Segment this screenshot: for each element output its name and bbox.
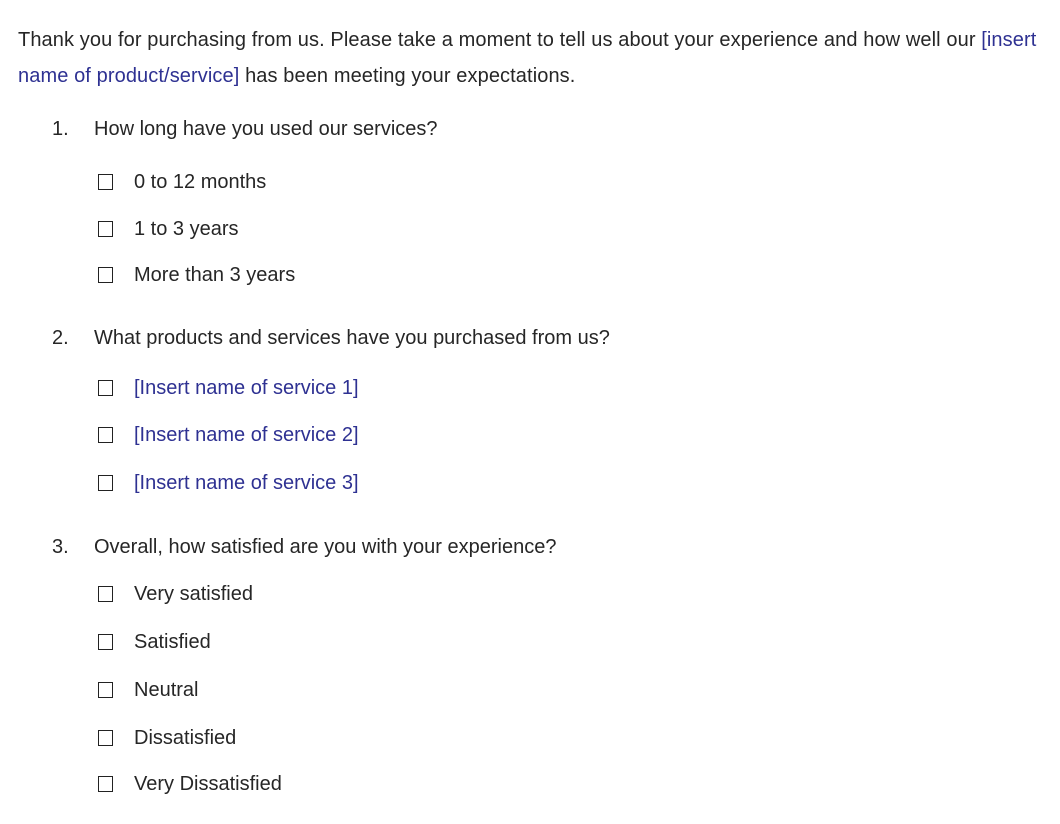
intro-text-before: Thank you for purchasing from us. Please… <box>18 29 982 51</box>
checkbox[interactable] <box>98 475 113 491</box>
option-service-1[interactable]: [Insert name of service 1] <box>98 374 359 402</box>
option-label: More than 3 years <box>134 264 296 286</box>
checkbox[interactable] <box>98 380 113 396</box>
checkbox[interactable] <box>98 634 113 650</box>
checkbox[interactable] <box>98 730 113 746</box>
checkbox[interactable] <box>98 682 113 698</box>
option-very-dissatisfied[interactable]: Very Dissatisfied <box>98 770 282 798</box>
question-text: What products and services have you purc… <box>94 327 610 349</box>
checkbox[interactable] <box>98 174 113 190</box>
option-label: Neutral <box>134 679 199 701</box>
option-neutral[interactable]: Neutral <box>98 676 198 704</box>
option-label: Dissatisfied <box>134 727 237 749</box>
checkbox[interactable] <box>98 427 113 443</box>
question-number: 3. <box>52 536 69 558</box>
option-satisfied[interactable]: Satisfied <box>98 628 211 656</box>
option-label: Very Dissatisfied <box>134 773 282 795</box>
question-1: 1. How long have you used our services? <box>52 115 438 143</box>
option-1-to-3-years[interactable]: 1 to 3 years <box>98 215 239 243</box>
question-text: Overall, how satisfied are you with your… <box>94 536 557 558</box>
option-label: 1 to 3 years <box>134 218 239 240</box>
option-label: [Insert name of service 3] <box>134 472 359 494</box>
option-service-2[interactable]: [Insert name of service 2] <box>98 421 359 449</box>
checkbox[interactable] <box>98 267 113 283</box>
question-number: 2. <box>52 327 69 349</box>
option-dissatisfied[interactable]: Dissatisfied <box>98 724 236 752</box>
question-number: 1. <box>52 118 69 140</box>
option-more-than-3-years[interactable]: More than 3 years <box>98 261 295 289</box>
question-3: 3. Overall, how satisfied are you with yo… <box>52 533 556 561</box>
question-text: How long have you used our services? <box>94 118 438 140</box>
question-2: 2. What products and services have you pu… <box>52 324 610 352</box>
intro-paragraph: Thank you for purchasing from us. Please… <box>18 22 1048 94</box>
option-label: 0 to 12 months <box>134 171 267 193</box>
option-label: [Insert name of service 1] <box>134 377 359 399</box>
checkbox[interactable] <box>98 586 113 602</box>
intro-text-after: has been meeting your expectations. <box>239 65 576 87</box>
checkbox[interactable] <box>98 221 113 237</box>
option-label: Satisfied <box>134 631 211 653</box>
option-label: [Insert name of service 2] <box>134 424 359 446</box>
option-0-to-12-months[interactable]: 0 to 12 months <box>98 168 266 196</box>
option-very-satisfied[interactable]: Very satisfied <box>98 580 253 608</box>
option-label: Very satisfied <box>134 583 253 605</box>
checkbox[interactable] <box>98 776 113 792</box>
option-service-3[interactable]: [Insert name of service 3] <box>98 469 359 497</box>
